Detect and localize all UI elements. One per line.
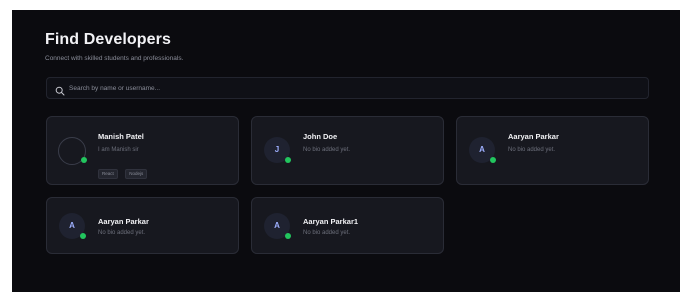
developer-card[interactable]: A Aaryan Parkar No bio added yet. bbox=[46, 197, 239, 254]
avatar: A bbox=[469, 137, 496, 163]
search-icon bbox=[55, 83, 65, 96]
developers-page: Find Developers Connect with skilled stu… bbox=[12, 10, 680, 292]
developer-bio: No bio added yet. bbox=[508, 147, 556, 153]
search-bar[interactable] bbox=[46, 77, 649, 99]
online-status-dot bbox=[81, 157, 87, 163]
developer-card[interactable]: Manish Patel I am Manish sir React Nodej… bbox=[46, 116, 239, 185]
developer-name: Manish Patel bbox=[98, 132, 144, 141]
skill-tags: React Nodejs bbox=[98, 162, 150, 180]
page-title: Find Developers bbox=[45, 31, 171, 48]
online-status-dot bbox=[80, 233, 86, 239]
developer-card[interactable]: A Aaryan Parkar No bio added yet. bbox=[456, 116, 649, 185]
developer-bio: No bio added yet. bbox=[303, 230, 351, 236]
avatar bbox=[58, 137, 87, 165]
developer-card[interactable]: A Aaryan Parkar1 No bio added yet. bbox=[251, 197, 444, 254]
online-status-dot bbox=[285, 157, 291, 163]
developer-name: Aaryan Parkar bbox=[508, 132, 559, 141]
avatar: A bbox=[59, 213, 86, 239]
developer-bio: I am Manish sir bbox=[98, 147, 139, 153]
page-subtitle: Connect with skilled students and profes… bbox=[45, 55, 184, 62]
developer-name: Aaryan Parkar bbox=[98, 217, 149, 226]
developer-bio: No bio added yet. bbox=[98, 230, 146, 236]
skill-tag: React bbox=[98, 169, 118, 179]
online-status-dot bbox=[285, 233, 291, 239]
avatar: J bbox=[264, 137, 291, 163]
skill-tag: Nodejs bbox=[125, 169, 148, 179]
avatar: A bbox=[264, 213, 291, 239]
developer-bio: No bio added yet. bbox=[303, 147, 351, 153]
developer-name: Aaryan Parkar1 bbox=[303, 217, 359, 226]
search-input[interactable] bbox=[69, 81, 629, 95]
developer-card[interactable]: J John Doe No bio added yet. bbox=[251, 116, 444, 185]
online-status-dot bbox=[490, 157, 496, 163]
developer-name: John Doe bbox=[303, 132, 338, 141]
